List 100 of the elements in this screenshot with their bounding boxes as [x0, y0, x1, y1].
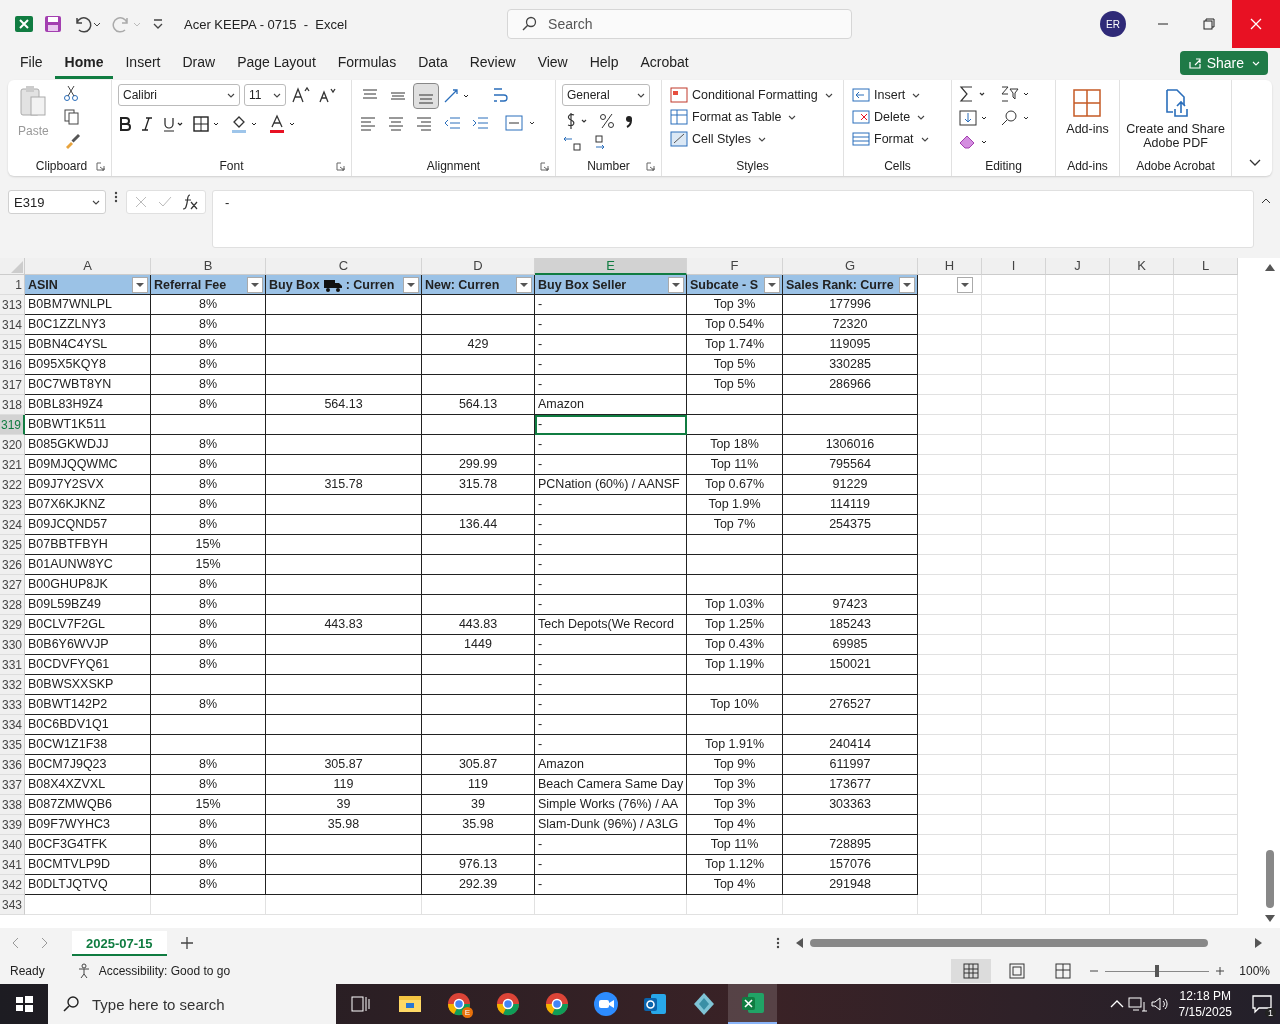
row-header[interactable]: 320	[0, 435, 25, 455]
row-header[interactable]: 321	[0, 455, 25, 475]
styles-button[interactable]: Cell Styles	[668, 128, 837, 150]
row-header[interactable]: 340	[0, 835, 25, 855]
add-ins-button[interactable]: Add-ins	[1066, 84, 1109, 140]
row-header[interactable]: 329	[0, 615, 25, 635]
scroll-up-icon[interactable]	[1264, 262, 1276, 272]
vertical-align-icon[interactable]	[414, 84, 438, 108]
percent-icon[interactable]	[598, 112, 616, 130]
text-align-icon[interactable]	[386, 114, 406, 132]
horizontal-scrollbar-thumb[interactable]	[810, 939, 1208, 947]
row-header[interactable]: 328	[0, 595, 25, 615]
cells-button[interactable]: Delete	[850, 106, 945, 128]
row-header[interactable]: 331	[0, 655, 25, 675]
ribbon-tab[interactable]: Page Layout	[227, 47, 326, 79]
ribbon-tab[interactable]: Data	[408, 47, 458, 79]
column-header[interactable]: C	[266, 258, 422, 275]
row-header[interactable]: 335	[0, 735, 25, 755]
italic-icon[interactable]	[140, 116, 154, 132]
dialog-launcher-icon[interactable]	[336, 162, 345, 171]
row-header[interactable]: 337	[0, 775, 25, 795]
row-header[interactable]: 313	[0, 295, 25, 315]
row-header[interactable]: 341	[0, 855, 25, 875]
row-header[interactable]: 336	[0, 755, 25, 775]
insert-function-icon[interactable]	[181, 193, 199, 211]
collapse-formula-bar-icon[interactable]	[1260, 196, 1272, 206]
font-size-field[interactable]: 11	[244, 84, 286, 106]
column-header[interactable]: D	[422, 258, 535, 275]
customize-toolbar-icon[interactable]	[152, 18, 164, 30]
sheet-tab[interactable]: 2025-07-15	[72, 930, 167, 956]
row-header[interactable]: 316	[0, 355, 25, 375]
zoom-level[interactable]: 100%	[1239, 964, 1270, 978]
column-header[interactable]: B	[151, 258, 266, 275]
copy-icon[interactable]	[62, 108, 81, 126]
row-header[interactable]: 325	[0, 535, 25, 555]
row-header[interactable]: 334	[0, 715, 25, 735]
row-header[interactable]: 322	[0, 475, 25, 495]
clock-date[interactable]: 7/15/2025	[1178, 1004, 1232, 1020]
row-header[interactable]: 330	[0, 635, 25, 655]
column-header[interactable]: H	[918, 258, 982, 275]
name-box[interactable]: E319	[8, 190, 106, 214]
scroll-left-icon[interactable]	[794, 937, 804, 949]
cells-button[interactable]: Insert	[850, 84, 945, 106]
column-header[interactable]: L	[1174, 258, 1238, 275]
adobe-pdf-button[interactable]: Create and Share Adobe PDF	[1126, 84, 1225, 154]
more-options-icon[interactable]	[774, 936, 782, 950]
ribbon-tab[interactable]: View	[527, 47, 578, 79]
row-header[interactable]: 317	[0, 375, 25, 395]
dialog-launcher-icon[interactable]	[646, 162, 655, 171]
collapse-ribbon-icon[interactable]	[1248, 158, 1262, 168]
accessibility-status[interactable]: Accessibility: Good to go	[98, 964, 231, 978]
row-header[interactable]: 342	[0, 875, 25, 895]
styles-button[interactable]: Conditional Formatting	[668, 84, 837, 106]
filter-dropdown-icon[interactable]	[516, 276, 532, 293]
ribbon-tab[interactable]: Draw	[172, 47, 226, 79]
view-mode-icon[interactable]	[951, 959, 992, 983]
clock-time[interactable]: 12:18 PM	[1179, 988, 1231, 1004]
row-header[interactable]: 318	[0, 395, 25, 415]
text-align-icon[interactable]	[414, 114, 434, 132]
filter-dropdown-icon[interactable]	[403, 276, 419, 293]
row-header[interactable]: 332	[0, 675, 25, 695]
filter-dropdown-icon[interactable]	[899, 276, 915, 293]
filter-dropdown-icon[interactable]	[957, 276, 973, 293]
column-header[interactable]: F	[687, 258, 783, 275]
dialog-launcher-icon[interactable]	[96, 162, 105, 171]
ribbon-tab[interactable]: Review	[459, 47, 526, 79]
row-header[interactable]: 327	[0, 575, 25, 595]
filter-dropdown-icon[interactable]	[132, 276, 148, 293]
formula-field[interactable]: -	[212, 190, 1254, 248]
speaker-icon[interactable]	[1148, 994, 1171, 1014]
column-header[interactable]: K	[1110, 258, 1174, 275]
number-format-field[interactable]: General	[562, 84, 650, 106]
row-header[interactable]: 315	[0, 335, 25, 355]
zoom-slider-thumb[interactable]	[1155, 965, 1160, 977]
ribbon-tab[interactable]: Acrobat	[630, 47, 699, 79]
row-header[interactable]: 333	[0, 695, 25, 715]
row-header[interactable]: 339	[0, 815, 25, 835]
row-header[interactable]: 343	[0, 895, 25, 915]
ribbon-tab[interactable]: Insert	[115, 47, 171, 79]
taskbar-search-field[interactable]: Type here to search	[48, 984, 336, 1024]
column-header[interactable]: A	[25, 258, 151, 275]
row-header[interactable]: 319	[0, 415, 25, 435]
filter-dropdown-icon[interactable]	[764, 276, 780, 293]
row-header[interactable]: 1	[0, 275, 25, 295]
bold-icon[interactable]	[118, 116, 132, 132]
save-icon[interactable]	[44, 15, 62, 33]
more-options-icon[interactable]	[112, 190, 120, 204]
search-field[interactable]: Search	[507, 9, 853, 39]
dialog-launcher-icon[interactable]	[540, 162, 549, 171]
styles-button[interactable]: Format as Table	[668, 106, 837, 128]
share-button[interactable]: Share	[1179, 51, 1268, 75]
ribbon-tab[interactable]: Formulas	[327, 47, 407, 79]
scroll-right-icon[interactable]	[1254, 937, 1264, 949]
font-name-field[interactable]: Calibri	[118, 84, 240, 106]
column-header[interactable]: J	[1046, 258, 1110, 275]
filter-dropdown-icon[interactable]	[247, 276, 263, 293]
underline-icon[interactable]	[162, 116, 184, 132]
vertical-scrollbar-thumb[interactable]	[1266, 850, 1274, 908]
grow-font-icon[interactable]	[290, 85, 312, 105]
column-header[interactable]: I	[982, 258, 1046, 275]
